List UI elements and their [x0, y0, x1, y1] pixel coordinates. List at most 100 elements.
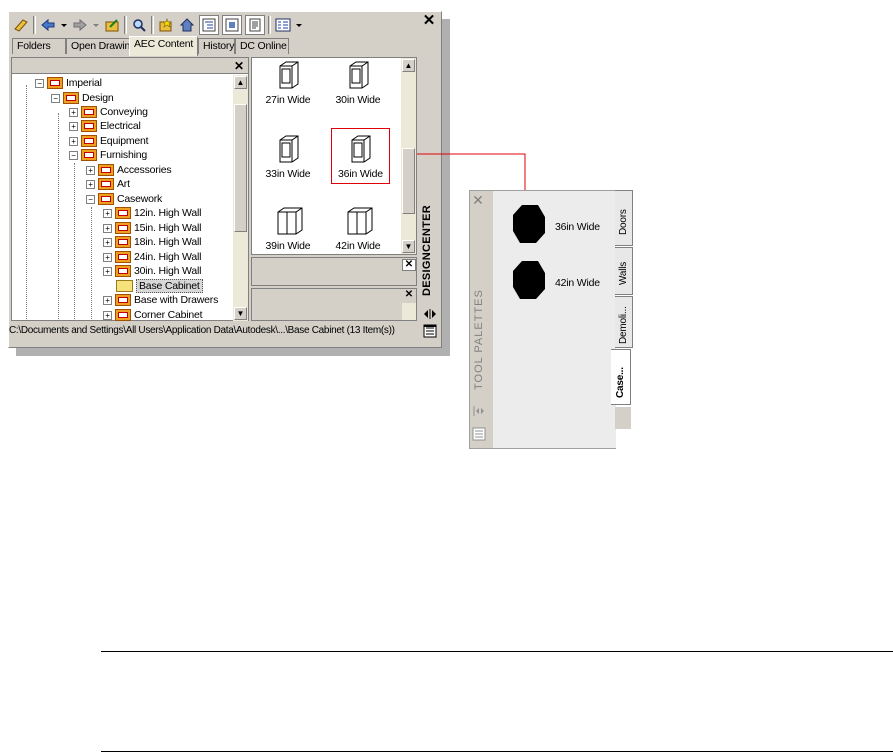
content-item-highlighted[interactable]: 36in Wide: [331, 128, 390, 184]
properties-menu-icon[interactable]: [472, 427, 486, 441]
dc-toolbar: [12, 14, 328, 36]
content-item[interactable]: 27in Wide: [262, 60, 314, 110]
scroll-up-button[interactable]: ▲: [234, 76, 247, 89]
auto-hide-icon[interactable]: [472, 405, 486, 417]
tree-node[interactable]: + Base with Drawers: [103, 293, 218, 307]
tree-expander[interactable]: +: [86, 165, 95, 175]
tree-pane-close-button[interactable]: ✕: [232, 60, 246, 72]
tab-open-drawings[interactable]: Open Drawings: [66, 38, 141, 54]
tree-node[interactable]: +12in. High Wall: [103, 206, 201, 220]
tree-node[interactable]: + Conveying: [69, 105, 148, 119]
scroll-up-button[interactable]: ▲: [402, 59, 415, 72]
tree-node[interactable]: + Equipment: [69, 134, 149, 148]
back-dropdown-icon[interactable]: [60, 16, 68, 34]
tree-expander[interactable]: +: [69, 107, 78, 117]
back-arrow-icon[interactable]: [39, 16, 57, 34]
tree-expander[interactable]: +: [103, 266, 112, 276]
tree-expander[interactable]: −: [86, 194, 95, 204]
tab-aec-content[interactable]: AEC Content: [129, 36, 198, 56]
preview-toggle-icon[interactable]: [222, 15, 242, 35]
forward-arrow-icon[interactable]: [71, 16, 89, 34]
palette-tab-doors[interactable]: Doors: [615, 190, 633, 246]
scroll-down-button[interactable]: ▼: [402, 240, 415, 253]
aec-folder-icon: [81, 120, 97, 133]
description-toggle-icon[interactable]: [245, 15, 265, 35]
palette-tab-demolition[interactable]: Demoli...: [615, 296, 633, 348]
tree-node-selected[interactable]: Base Cabinet: [116, 279, 203, 293]
toolbar-separator: [151, 16, 154, 34]
aec-folder-icon: [98, 164, 114, 177]
search-icon[interactable]: [130, 16, 148, 34]
tree-expander[interactable]: +: [103, 295, 112, 305]
tree-node[interactable]: + Art: [86, 177, 130, 191]
description-scrollbar[interactable]: [402, 303, 416, 320]
home-icon[interactable]: [178, 16, 196, 34]
tool-item[interactable]: 36in Wide: [508, 203, 608, 247]
aec-folder-icon: [81, 149, 97, 162]
tree-node[interactable]: +18in. High Wall: [103, 235, 201, 249]
tab-history[interactable]: History: [198, 38, 235, 54]
tree-expander[interactable]: +: [69, 136, 78, 146]
views-icon[interactable]: [274, 16, 292, 34]
tree-node[interactable]: − Imperial: [35, 76, 102, 90]
tab-dc-online[interactable]: DC Online: [235, 38, 289, 54]
tree-node-label: Design: [82, 92, 114, 104]
content-item[interactable]: 30in Wide: [332, 60, 384, 110]
tree-expander[interactable]: +: [103, 237, 112, 247]
tree-expander[interactable]: +: [103, 252, 112, 262]
tree-node[interactable]: + Accessories: [86, 163, 172, 177]
tree-guide-line: [74, 163, 75, 321]
load-icon[interactable]: [12, 16, 30, 34]
tree-node-label: Accessories: [117, 164, 172, 176]
tree-expander[interactable]: +: [103, 310, 112, 320]
tool-item[interactable]: 42in Wide: [508, 259, 608, 303]
aec-folder-icon: [81, 106, 97, 119]
tree-expander[interactable]: +: [103, 223, 112, 233]
favorites-icon[interactable]: [157, 16, 175, 34]
palette-tab-walls[interactable]: Walls: [615, 247, 633, 295]
tree-expander[interactable]: −: [35, 78, 44, 88]
window-close-button[interactable]: ✕: [421, 13, 437, 31]
tree-view-toggle-icon[interactable]: [199, 15, 219, 35]
tree-node[interactable]: − Casework: [86, 192, 162, 206]
cabinet-icon: [351, 135, 371, 163]
palette-tab-label: Case...: [615, 367, 626, 398]
description-close-button[interactable]: ✕: [402, 290, 416, 302]
tree-expander[interactable]: +: [86, 179, 95, 189]
tree-expander[interactable]: +: [69, 121, 78, 131]
tree-expander[interactable]: +: [103, 208, 112, 218]
content-item[interactable]: 39in Wide: [262, 204, 314, 254]
tree-node[interactable]: − Furnishing: [69, 148, 147, 162]
forward-dropdown-icon[interactable]: [92, 16, 100, 34]
tree-node[interactable]: + Corner Cabinet: [103, 308, 203, 321]
scroll-down-button[interactable]: ▼: [234, 307, 247, 320]
up-folder-icon[interactable]: [103, 16, 121, 34]
aec-folder-icon: [115, 251, 131, 264]
palette-tab-casework[interactable]: Case...: [611, 349, 631, 405]
scroll-thumb[interactable]: [402, 148, 415, 214]
content-item[interactable]: 33in Wide: [262, 132, 314, 182]
auto-hide-icon[interactable]: [423, 308, 437, 320]
tab-folders[interactable]: Folders: [12, 38, 66, 54]
aec-folder-icon: [115, 265, 131, 278]
content-item[interactable]: 42in Wide: [332, 204, 384, 254]
tree-node[interactable]: +24in. High Wall: [103, 250, 201, 264]
tree-expander[interactable]: −: [51, 93, 60, 103]
preview-close-button[interactable]: ✕: [402, 259, 416, 271]
aec-folder-icon: [115, 222, 131, 235]
tree-node[interactable]: +15in. High Wall: [103, 221, 201, 235]
tree-node-label: 30in. High Wall: [134, 265, 202, 277]
tree-node[interactable]: + Electrical: [69, 119, 141, 133]
divider-line: [101, 651, 893, 652]
tree-guide-line: [26, 85, 27, 321]
properties-menu-icon[interactable]: [423, 324, 437, 338]
tree-node-label: Corner Cabinet: [134, 309, 203, 321]
tree-node-label: Base with Drawers: [134, 294, 219, 306]
tool-palette-close-button[interactable]: ✕: [471, 193, 485, 207]
tree-node-label: 24in. High Wall: [134, 251, 202, 263]
tree-node[interactable]: +30in. High Wall: [103, 264, 201, 278]
tree-node[interactable]: − Design: [51, 91, 114, 105]
scroll-thumb[interactable]: [234, 104, 247, 232]
tree-expander[interactable]: −: [69, 150, 78, 160]
views-dropdown-icon[interactable]: [295, 16, 303, 34]
